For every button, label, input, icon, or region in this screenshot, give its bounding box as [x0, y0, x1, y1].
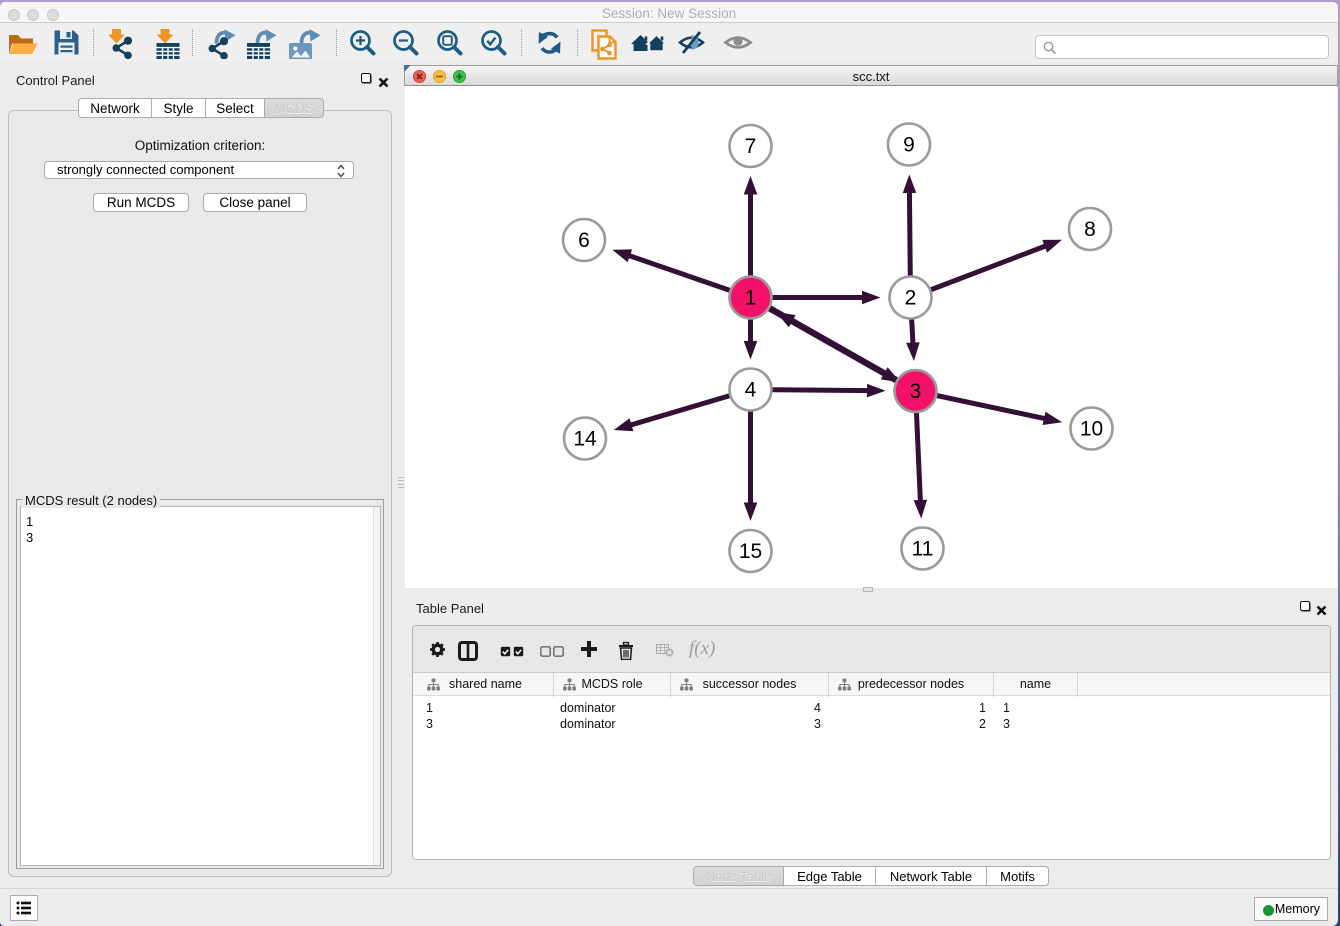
svg-text:15: 15 [739, 540, 762, 563]
svg-text:1: 1 [745, 287, 757, 310]
svg-text:6: 6 [578, 229, 590, 252]
svg-text:14: 14 [573, 428, 597, 451]
svg-text:2: 2 [905, 287, 917, 310]
svg-text:3: 3 [910, 380, 922, 403]
svg-text:10: 10 [1080, 418, 1103, 441]
svg-text:9: 9 [903, 134, 915, 157]
svg-text:7: 7 [745, 135, 757, 158]
svg-text:4: 4 [745, 379, 757, 402]
svg-text:11: 11 [912, 538, 934, 561]
svg-text:8: 8 [1084, 218, 1096, 241]
